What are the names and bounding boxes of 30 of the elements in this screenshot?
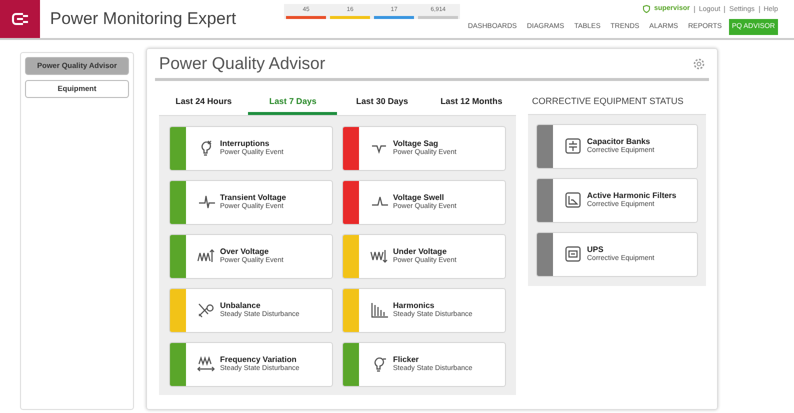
card-title: Flicker [393,356,420,364]
app-logo [0,0,40,38]
card-title: Active Harmonic Filters [587,192,676,200]
card-title: Voltage Swell [393,194,445,202]
wave-up-icon [196,248,216,264]
settings-icon[interactable] [693,58,705,70]
wave-arrow-icon [196,356,216,372]
shield-icon [643,5,650,14]
bar-chart-icon [369,302,389,318]
card-title: Interruptions [220,140,270,148]
battery-icon [563,246,583,262]
card-title: Unbalance [220,302,262,310]
filter-icon [563,192,583,208]
card-title: Over Voltage [220,248,270,256]
card-title: Capacitor Banks [587,138,652,146]
app-title: Power Monitoring Expert [50,8,236,30]
card-title: Voltage Sag [393,140,440,148]
wave-down-icon [369,248,389,264]
capacitor-icon [563,138,583,154]
card-title: Harmonics [393,302,436,310]
card-title: Under Voltage [393,248,448,256]
spike-icon [196,194,216,210]
period-tab[interactable]: Last 12 Months [426,89,516,115]
card-title: Transient Voltage [220,194,286,202]
period-tab[interactable]: Last 24 Hours [159,89,248,115]
card-title: UPS [587,246,604,254]
period-tab[interactable]: Last 30 Days [338,89,427,115]
panel-title: Power Quality Advisor [159,52,326,75]
scissors-icon [196,302,216,318]
card-title: Frequency Variation [220,356,298,364]
